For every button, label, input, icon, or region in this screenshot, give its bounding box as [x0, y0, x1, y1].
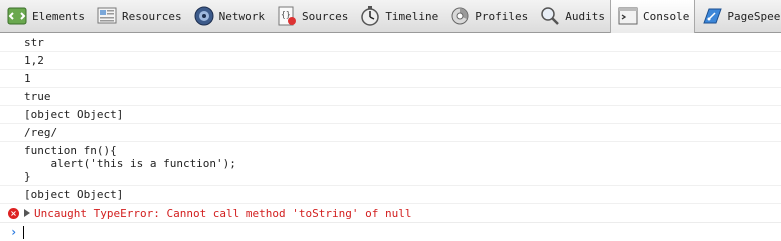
tab-console[interactable]: Console	[610, 0, 696, 33]
svg-text:{}: {}	[281, 10, 291, 19]
console-error-message: × Uncaught TypeError: Cannot call method…	[0, 204, 781, 223]
console-prompt[interactable]: ›	[0, 223, 781, 241]
pagespeed-icon	[701, 5, 723, 27]
console-message-function: function fn(){ alert('this is a function…	[0, 142, 781, 186]
console-message: /reg/	[0, 124, 781, 142]
tab-label: Resources	[121, 9, 182, 23]
console-output: str 1,2 1 true [object Object] /reg/ fun…	[0, 34, 781, 241]
tab-audits[interactable]: Audits	[533, 0, 610, 33]
console-message: 1	[0, 70, 781, 88]
expand-triangle-icon[interactable]	[24, 209, 30, 217]
sources-icon: {}	[276, 5, 298, 27]
tab-label: Console	[643, 9, 690, 23]
console-message: 1,2	[0, 52, 781, 70]
profiles-icon	[449, 5, 471, 27]
tab-elements[interactable]: Elements	[0, 0, 90, 33]
elements-icon	[6, 5, 28, 27]
console-message: true	[0, 88, 781, 106]
error-text: Uncaught TypeError: Cannot call method '…	[34, 206, 412, 220]
console-message: str	[0, 34, 781, 52]
tab-timeline[interactable]: Timeline	[353, 0, 443, 33]
devtools-toolbar: Elements Resources Network {} Sources Ti…	[0, 0, 781, 33]
audits-icon	[539, 5, 561, 27]
text-caret	[23, 225, 25, 239]
tab-label: Audits	[565, 9, 606, 23]
timeline-icon	[359, 5, 381, 27]
tab-sources[interactable]: {} Sources	[270, 0, 353, 33]
error-icon: ×	[8, 207, 19, 219]
console-message: [object Object]	[0, 106, 781, 124]
resources-icon	[96, 5, 118, 27]
tab-label: Sources	[301, 9, 349, 23]
network-icon	[193, 5, 215, 27]
tab-label: Network	[218, 9, 265, 23]
tab-pagespeed[interactable]: PageSpeed	[695, 0, 781, 33]
prompt-chevron-icon: ›	[10, 225, 18, 239]
tab-label: Timeline	[385, 9, 439, 23]
tab-profiles[interactable]: Profiles	[443, 0, 533, 33]
console-message: [object Object]	[0, 186, 781, 204]
tab-resources[interactable]: Resources	[90, 0, 187, 33]
tab-label: Profiles	[475, 9, 529, 23]
console-icon	[617, 5, 639, 27]
tab-label: PageSpeed	[727, 9, 781, 23]
tab-label: Elements	[32, 9, 85, 23]
tab-network[interactable]: Network	[187, 0, 270, 33]
